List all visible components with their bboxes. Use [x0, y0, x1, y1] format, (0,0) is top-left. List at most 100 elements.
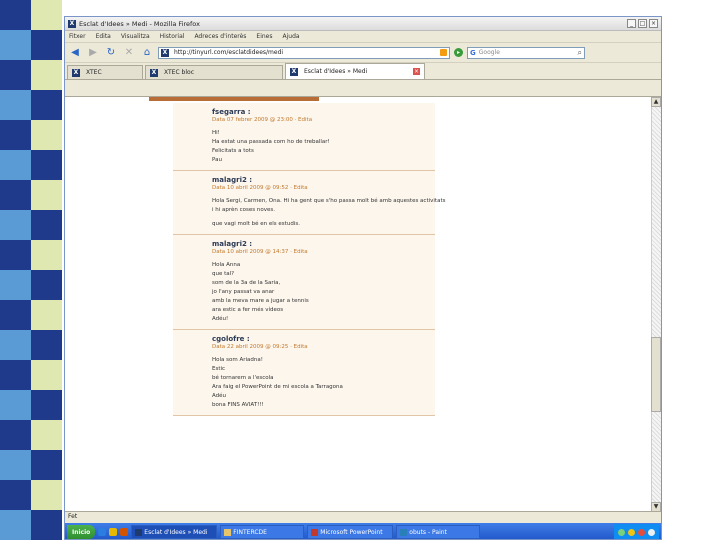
- decorative-square: [0, 0, 31, 31]
- scrollbar-thumb[interactable]: [651, 337, 661, 412]
- decorative-square: [31, 0, 62, 31]
- decorative-square: [0, 90, 31, 121]
- decorative-square: [31, 180, 62, 211]
- comment-author[interactable]: cgolofre :: [212, 335, 391, 343]
- folder-icon: [224, 528, 232, 536]
- decorative-square: [0, 30, 31, 61]
- menu-bar: Fitxer Edita Visualitza Historial Adrece…: [65, 31, 661, 43]
- decorative-square: [31, 300, 62, 331]
- page-viewport: fsegarra : Data 07 febrer 2009 @ 23:00 · …: [65, 96, 661, 512]
- go-button[interactable]: ▸: [454, 48, 463, 57]
- search-box[interactable]: G Google ⌕: [467, 46, 585, 59]
- tab-label: XTEC: [86, 69, 102, 76]
- stop-icon[interactable]: ✕: [122, 46, 136, 60]
- task-label: Microsoft PowerPoint: [320, 528, 383, 536]
- close-tab-icon[interactable]: ×: [413, 68, 420, 75]
- comment-text-line: Adéu!: [212, 316, 229, 322]
- minimize-button[interactable]: _: [627, 19, 636, 28]
- tab-xtec[interactable]: X XTEC: [67, 65, 143, 79]
- comment-text-line: som de la 3a de la Saria,: [212, 280, 281, 286]
- forward-arrow-icon[interactable]: ▶: [86, 46, 100, 60]
- task-powerpoint[interactable]: Microsoft PowerPoint: [307, 525, 394, 539]
- quicklaunch-ie-icon[interactable]: [98, 528, 107, 536]
- home-icon[interactable]: ⌂: [140, 46, 154, 60]
- tab-esclat-medi[interactable]: X Esclat d'Idees » Medi ×: [285, 63, 425, 79]
- decorative-square: [31, 270, 62, 301]
- decorative-square: [0, 120, 31, 151]
- search-icon[interactable]: ⌕: [578, 48, 582, 58]
- powerpoint-icon: [311, 528, 319, 536]
- tab-label: Esclat d'Idees » Medi: [304, 68, 368, 75]
- decorative-square: [31, 510, 62, 540]
- tab-label: XTEC bloc: [164, 69, 195, 76]
- security-icon[interactable]: [638, 528, 645, 536]
- network-icon[interactable]: [618, 528, 625, 536]
- navigation-toolbar: ◀ ▶ ↻ ✕ ⌂ X http://tinyurl.com/esclatdid…: [65, 43, 661, 63]
- task-folder[interactable]: FINTERCDE: [220, 525, 305, 539]
- comment: malagri2 : Data 10 abril 2009 @ 09:52 · E…: [173, 171, 446, 235]
- menu-bookmarks[interactable]: Adreces d'interès: [194, 33, 246, 40]
- vertical-scrollbar[interactable]: [651, 97, 661, 512]
- update-icon[interactable]: [648, 528, 655, 536]
- browser-window: X Esclat d'Idees » Medi - Mozilla Firefo…: [64, 16, 662, 540]
- comment-text-line: Hola Anna: [212, 262, 241, 268]
- comment-author[interactable]: malagri2 :: [212, 240, 391, 248]
- decorative-square: [31, 420, 62, 451]
- decorative-square: [31, 480, 62, 511]
- decorative-square: [0, 330, 31, 361]
- menu-edit[interactable]: Edita: [96, 33, 111, 40]
- menu-file[interactable]: Fitxer: [69, 33, 86, 40]
- comment-meta[interactable]: Data 22 abril 2009 @ 09:25 · Edita: [212, 344, 391, 350]
- comment-text-line: Hola Sergi, Carmen, Ona. Hi ha gent que …: [212, 198, 446, 204]
- paint-icon: [400, 528, 408, 536]
- task-firefox[interactable]: Esclat d'Idees » Medi: [131, 525, 218, 539]
- quicklaunch-desktop-icon[interactable]: [109, 528, 118, 536]
- comment-text-line: i hi aprèn coses noves.: [212, 207, 276, 213]
- decorative-square: [31, 60, 62, 91]
- decorative-square: [0, 300, 31, 331]
- comment-meta[interactable]: Data 07 febrer 2009 @ 23:00 · Edita: [212, 117, 391, 123]
- rss-feed-icon[interactable]: [440, 49, 447, 56]
- decorative-square: [0, 420, 31, 451]
- status-text: Fet: [68, 513, 78, 520]
- decorative-square: [0, 180, 31, 211]
- comment-text-line: Ara faig el PowerPoint de mi escola a Ta…: [212, 384, 343, 390]
- volume-icon[interactable]: [628, 528, 635, 536]
- comment-author[interactable]: malagri2 :: [212, 176, 391, 184]
- comment-text-line: bé tornarem a l'escola: [212, 375, 274, 381]
- decorative-square: [31, 150, 62, 181]
- maximize-button[interactable]: □: [638, 19, 647, 28]
- reload-icon[interactable]: ↻: [104, 46, 118, 60]
- window-title: Esclat d'Idees » Medi - Mozilla Firefox: [79, 19, 200, 28]
- scroll-up-arrow-icon[interactable]: ▲: [651, 97, 661, 107]
- menu-history[interactable]: Historial: [160, 33, 185, 40]
- site-favicon-icon: X: [161, 48, 169, 57]
- comment-meta[interactable]: Data 10 abril 2009 @ 14:37 · Edita: [212, 249, 391, 255]
- address-bar[interactable]: X http://tinyurl.com/esclatdidees/medi: [158, 46, 450, 59]
- xtec-favicon-icon: X: [72, 68, 80, 77]
- comment-text-line: ara estic a fer més vídeos: [212, 307, 284, 313]
- tab-xtec-bloc[interactable]: X XTEC bloc: [145, 65, 283, 79]
- menu-help[interactable]: Ajuda: [283, 33, 300, 40]
- task-label: FINTERCDE: [233, 528, 267, 536]
- start-button[interactable]: Inicio: [67, 525, 96, 539]
- tab-bar: X XTEC X XTEC bloc X Esclat d'Idees » Me…: [65, 63, 661, 80]
- close-button[interactable]: ×: [649, 19, 658, 28]
- decorative-square-strip: [0, 0, 62, 540]
- decorative-square: [31, 30, 62, 61]
- back-arrow-icon[interactable]: ◀: [68, 46, 82, 60]
- menu-tools[interactable]: Eines: [256, 33, 272, 40]
- comment-text-line: jo l'any passat va anar: [212, 289, 275, 295]
- start-label: Inicio: [72, 528, 91, 536]
- comment-meta[interactable]: Data 10 abril 2009 @ 09:52 · Edita: [212, 185, 391, 191]
- quicklaunch-media-icon[interactable]: [120, 528, 129, 536]
- decorative-square: [0, 360, 31, 391]
- search-placeholder: Google: [478, 49, 500, 56]
- decorative-square: [31, 330, 62, 361]
- decorative-square: [31, 210, 62, 241]
- decorative-square: [0, 240, 31, 271]
- menu-view[interactable]: Visualitza: [121, 33, 150, 40]
- comment-author[interactable]: fsegarra :: [212, 108, 391, 116]
- comment: cgolofre : Data 22 abril 2009 @ 09:25 · E…: [173, 330, 435, 416]
- task-paint[interactable]: obuts - Paint: [396, 525, 481, 539]
